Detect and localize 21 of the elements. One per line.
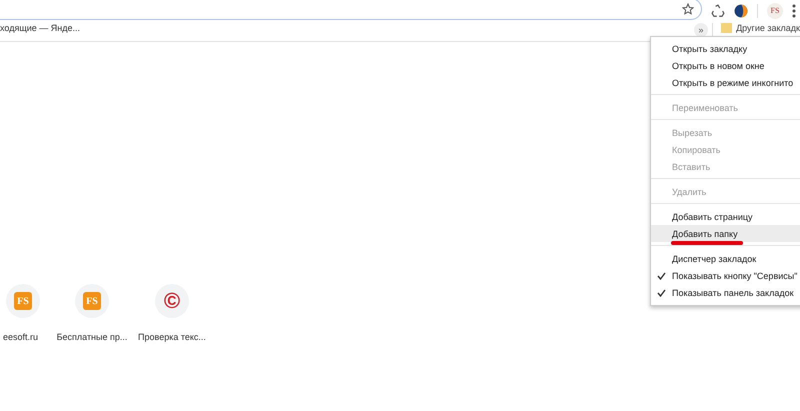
- extension-icon[interactable]: FS: [767, 2, 783, 18]
- overflow-button[interactable]: »: [694, 23, 708, 37]
- recycle-icon[interactable]: [711, 4, 725, 18]
- menu-item[interactable]: Диспетчер закладок: [651, 250, 800, 267]
- menu-icon[interactable]: [792, 4, 796, 18]
- menu-item[interactable]: Открыть в новом окне: [651, 57, 800, 74]
- menu-item[interactable]: Показывать кнопку "Сервисы": [651, 267, 800, 284]
- folder-icon: [721, 23, 732, 33]
- tile-label[interactable]: Бесплатные пр...: [56, 332, 128, 342]
- star-icon[interactable]: [682, 2, 694, 14]
- bookmark-folder[interactable]: Другие закладк: [736, 23, 800, 34]
- tile-label[interactable]: eesoft.ru: [2, 332, 38, 342]
- menu-item[interactable]: Открыть закладку: [651, 40, 800, 57]
- bookmark-item[interactable]: ходящие — Янде...: [0, 23, 80, 33]
- menu-item[interactable]: Показывать панель закладок: [651, 284, 800, 301]
- menu-item[interactable]: Добавить страницу: [651, 208, 800, 225]
- menu-item[interactable]: Открыть в режиме инкогнито: [651, 74, 800, 91]
- address-field[interactable]: [0, 0, 702, 20]
- circle-logo-icon[interactable]: [734, 4, 748, 18]
- menu-item[interactable]: Добавить папку: [651, 225, 800, 242]
- tile-label[interactable]: Проверка текс...: [138, 332, 206, 342]
